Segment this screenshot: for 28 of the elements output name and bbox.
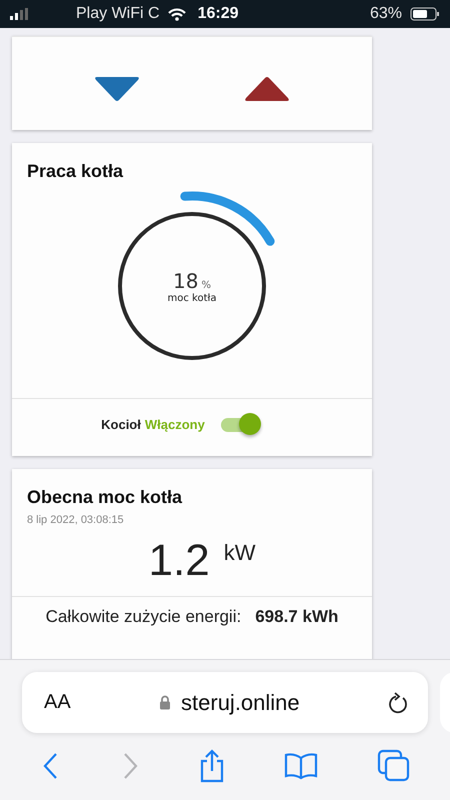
battery-icon [410, 7, 440, 21]
book-icon[interactable] [284, 752, 318, 780]
card-title: Praca kotła [26, 160, 124, 182]
text-size-button[interactable]: AA [44, 691, 71, 714]
switch-label: Kocioł [101, 416, 141, 432]
total-energy-label: Całkowite zużycie energii: [46, 607, 242, 627]
lock-icon [159, 695, 172, 710]
signal-icon [10, 8, 30, 20]
address-bar[interactable]: AA steruj.online [22, 672, 428, 733]
battery-percent: 63% [370, 5, 402, 23]
url-text: steruj.online [181, 690, 300, 716]
increase-arrow-icon[interactable] [244, 76, 290, 102]
card-title: Obecna moc kotła [26, 486, 184, 508]
switch-state: Włączony [144, 416, 205, 432]
timestamp: 8 lip 2022, 03:08:15 [26, 513, 125, 526]
decrease-arrow-icon[interactable] [94, 76, 140, 102]
reload-icon[interactable] [388, 692, 408, 714]
gauge-unit: % [201, 280, 211, 290]
tabs-icon[interactable] [376, 749, 411, 783]
clock-time: 16:29 [198, 5, 238, 23]
power-value: 1.2 [148, 536, 210, 586]
power-unit: kW [224, 540, 256, 566]
gauge-value: 18 [173, 268, 198, 292]
wifi-icon [168, 8, 186, 20]
carrier-name: Play WiFi C [76, 5, 160, 23]
total-energy-value: 698.7 kWh [255, 607, 338, 627]
gauge-label: moc kotła [168, 292, 216, 304]
boiler-toggle[interactable] [218, 413, 263, 435]
